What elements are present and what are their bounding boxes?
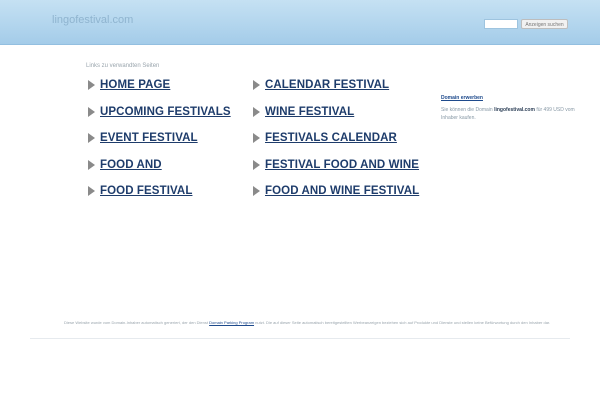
search-input[interactable] — [484, 19, 518, 29]
link-festival-food-and-wine[interactable]: FESTIVAL FOOD AND WINE — [253, 157, 419, 173]
triangle-right-icon — [253, 107, 260, 117]
triangle-right-icon — [253, 186, 260, 196]
triangle-right-icon — [88, 107, 95, 117]
footer-parking-link[interactable]: Domain Parking Program — [209, 320, 254, 325]
domain-title: lingofestival.com — [52, 14, 134, 26]
link-label[interactable]: EVENT FESTIVAL — [100, 132, 198, 144]
footer-text-after: nutzt. Die auf dieser Seite automatisch … — [255, 320, 551, 325]
link-label[interactable]: FOOD FESTIVAL — [100, 185, 192, 197]
buy-domain-text-before: Sie können die Domain — [441, 107, 493, 113]
header-bar: lingofestival.com Anzeigen suchen — [0, 0, 600, 45]
link-label[interactable]: WINE FESTIVAL — [265, 106, 354, 118]
buy-domain-name: lingofestival.com — [494, 107, 535, 113]
link-food-and-wine-festival[interactable]: FOOD AND WINE FESTIVAL — [253, 183, 419, 199]
link-event-festival[interactable]: EVENT FESTIVAL — [88, 130, 198, 146]
link-food-festival[interactable]: FOOD FESTIVAL — [88, 183, 192, 199]
links-heading: Links zu verwandten Seiten — [86, 63, 160, 69]
triangle-right-icon — [88, 133, 95, 143]
triangle-right-icon — [253, 80, 260, 90]
link-label[interactable]: FESTIVALS CALENDAR — [265, 132, 397, 144]
footer-text-before: Diese Website wurde vom Domain-Inhaber a… — [64, 320, 208, 325]
link-food-and[interactable]: FOOD AND — [88, 157, 162, 173]
link-wine-festival[interactable]: WINE FESTIVAL — [253, 104, 354, 120]
triangle-right-icon — [88, 160, 95, 170]
footer-divider — [30, 338, 570, 339]
triangle-right-icon — [88, 80, 95, 90]
triangle-right-icon — [88, 186, 95, 196]
buy-domain-text: Sie können die Domain lingofestival.com … — [441, 106, 581, 122]
link-label[interactable]: FOOD AND WINE FESTIVAL — [265, 185, 419, 197]
link-label[interactable]: FESTIVAL FOOD AND WINE — [265, 159, 419, 171]
link-label[interactable]: CALENDAR FESTIVAL — [265, 79, 389, 91]
link-label[interactable]: FOOD AND — [100, 159, 162, 171]
triangle-right-icon — [253, 133, 260, 143]
search-button[interactable]: Anzeigen suchen — [521, 19, 568, 29]
link-home-page[interactable]: HOME PAGE — [88, 77, 170, 93]
link-calendar-festival[interactable]: CALENDAR FESTIVAL — [253, 77, 389, 93]
link-festivals-calendar[interactable]: FESTIVALS CALENDAR — [253, 130, 397, 146]
footer-disclaimer: Diese Website wurde vom Domain-Inhaber a… — [64, 320, 554, 326]
link-upcoming-festivals[interactable]: UPCOMING FESTIVALS — [88, 104, 231, 120]
triangle-right-icon — [253, 160, 260, 170]
link-label[interactable]: UPCOMING FESTIVALS — [100, 106, 231, 118]
buy-domain-link[interactable]: Domain erwerben — [441, 95, 483, 101]
link-label[interactable]: HOME PAGE — [100, 79, 170, 91]
